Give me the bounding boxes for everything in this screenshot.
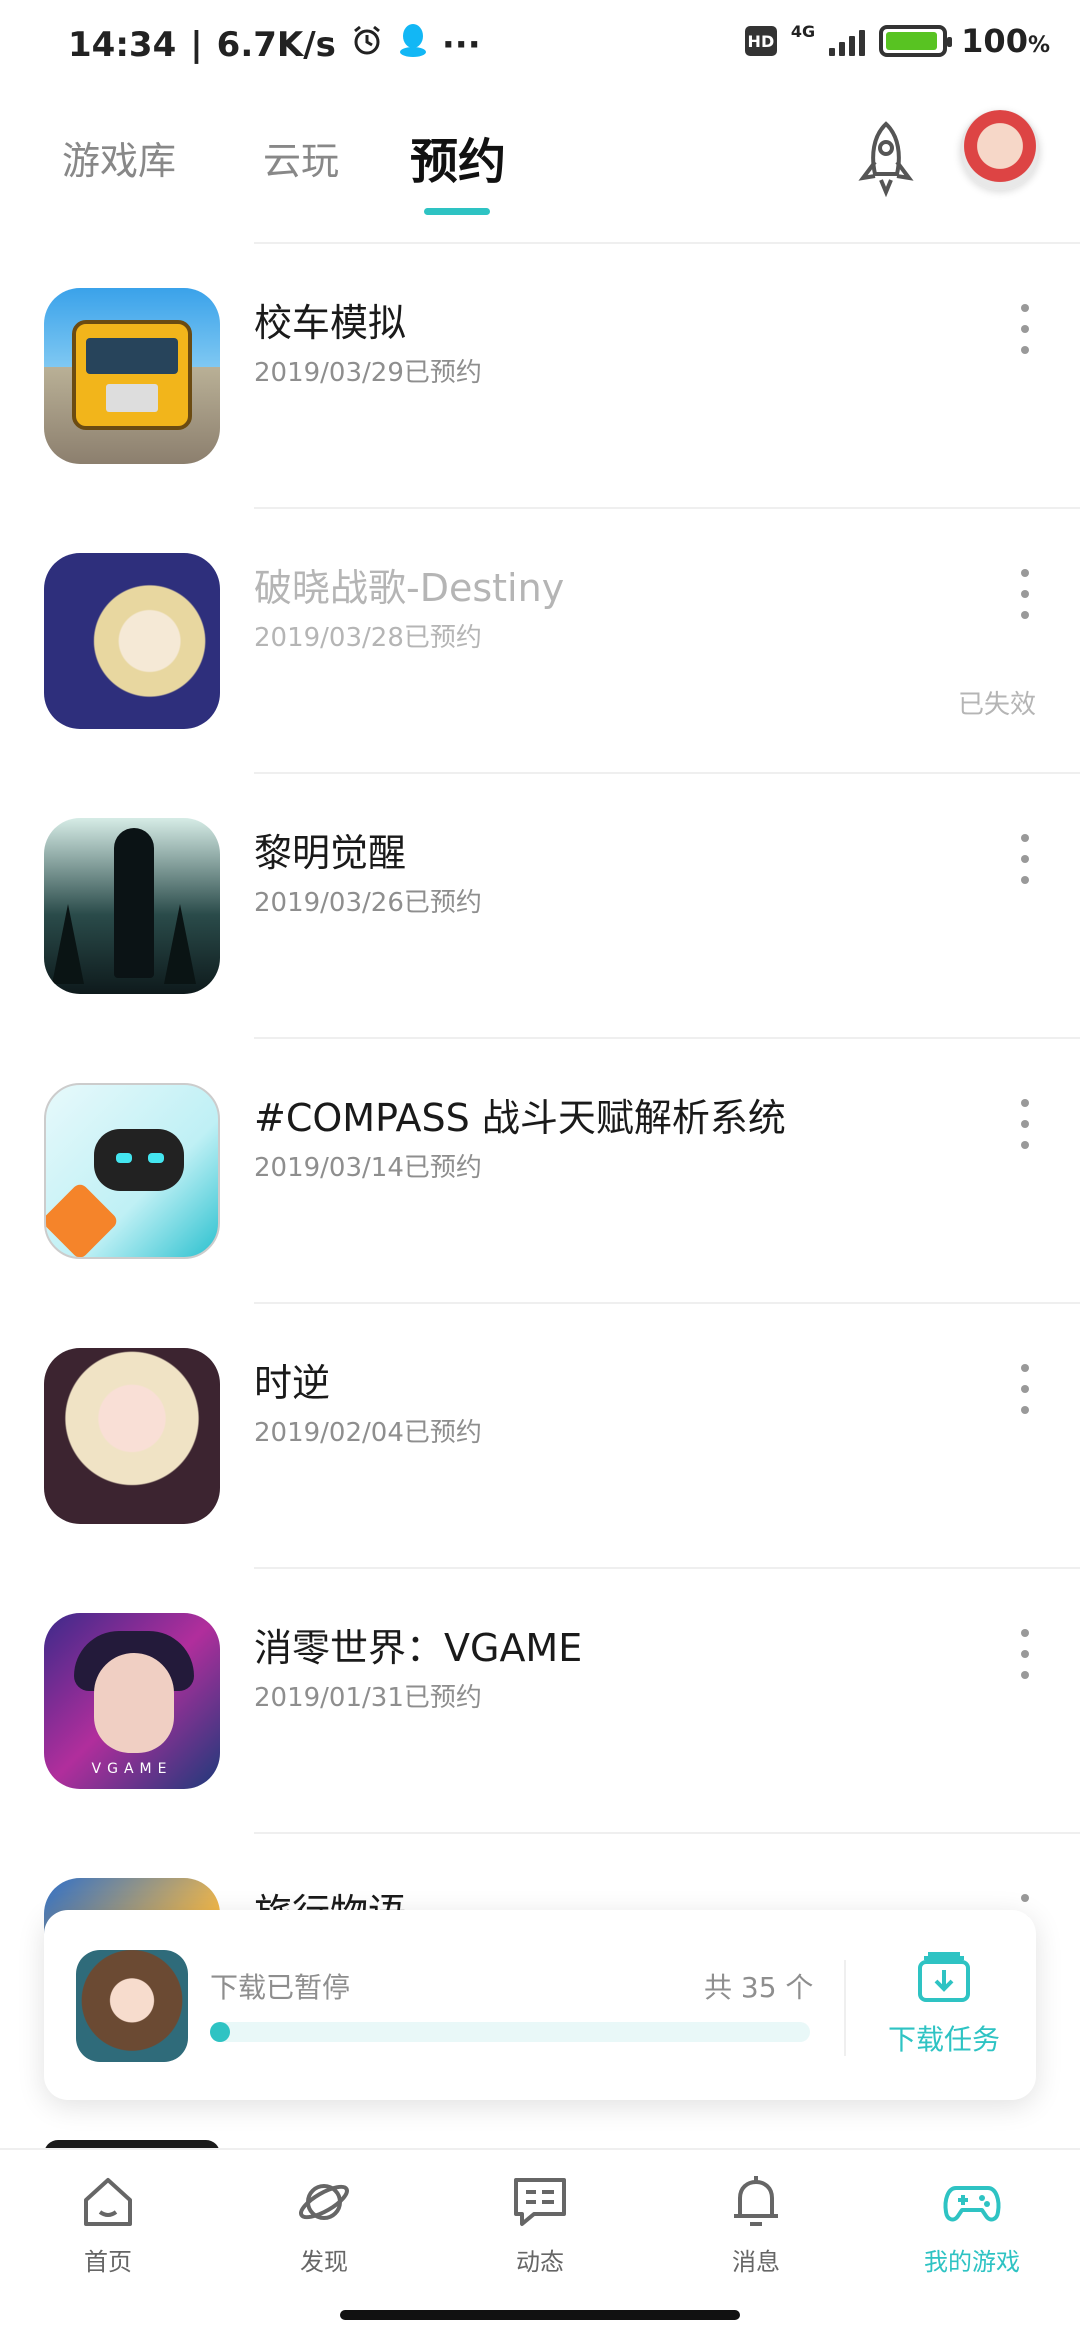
nav-discover[interactable]: 发现	[254, 2172, 394, 2277]
status-more: ···	[441, 24, 481, 65]
school-bus-game-icon	[44, 288, 220, 464]
signal-icon	[829, 26, 866, 56]
dawn-awakening-game-icon	[44, 818, 220, 994]
bottom-nav: 首页 发现 动态 消息 我的游戏	[0, 2148, 1080, 2298]
reservation-date: 2019/01/31已预约	[254, 1683, 482, 1713]
more-options-icon[interactable]	[1010, 1364, 1040, 1414]
reservation-date: 2019/03/14已预约	[254, 1153, 482, 1183]
destiny-game-icon	[44, 553, 220, 729]
download-progress-bar	[210, 2022, 810, 2042]
status-bar: 14:34 | 6.7K/s ··· HD 4G 100%	[0, 0, 1080, 96]
game-title: 消零世界：VGAME	[254, 1626, 583, 1670]
hd-icon: HD	[744, 26, 777, 56]
download-tasks-button[interactable]: 下载任务	[874, 1940, 1014, 2080]
nav-feed[interactable]: 动态	[470, 2172, 610, 2277]
list-item[interactable]: 时逆 2019/02/04已预约	[0, 1304, 1080, 1569]
list-item[interactable]: 黎明觉醒 2019/03/26已预约	[0, 774, 1080, 1039]
chat-icon	[510, 2172, 570, 2232]
active-tab-indicator	[424, 208, 490, 215]
nav-home[interactable]: 首页	[38, 2172, 178, 2277]
network-type-label: 4G	[790, 22, 816, 41]
reservation-date: 2019/03/29已预约	[254, 358, 482, 388]
tab-cloud-play[interactable]: 云玩	[263, 130, 339, 185]
tab-game-library[interactable]: 游戏库	[62, 130, 176, 185]
reservation-date: 2019/03/26已预约	[254, 888, 482, 918]
user-avatar[interactable]	[960, 110, 1040, 190]
nav-label: 动态	[516, 2248, 564, 2276]
download-tray-icon	[914, 1948, 974, 2004]
download-count: 共 35 个	[704, 1971, 814, 2004]
home-indicator	[340, 2310, 740, 2320]
download-status: 下载已暂停	[210, 1971, 351, 2004]
more-options-icon[interactable]	[1010, 1629, 1040, 1679]
vgame-game-icon: VGAME	[44, 1613, 220, 1789]
game-title: #COMPASS 战斗天赋解析系统	[254, 1096, 786, 1140]
battery-percent: 100%	[961, 22, 1050, 60]
vgame-icon-text: VGAME	[91, 1761, 173, 1777]
reservation-list: 校车模拟 2019/03/29已预约 破晓战歌-Destiny 2019/03/…	[0, 244, 1080, 2099]
status-network-speed: 6.7K/s	[216, 24, 336, 65]
more-options-icon[interactable]	[1010, 569, 1040, 619]
game-title: 时逆	[254, 1361, 331, 1405]
status-time: 14:34	[68, 24, 177, 65]
planet-icon	[294, 2172, 354, 2232]
nav-my-games[interactable]: 我的游戏	[902, 2172, 1042, 2277]
status-separator: |	[190, 24, 203, 65]
download-progress-fill	[210, 2022, 230, 2042]
more-options-icon[interactable]	[1010, 304, 1040, 354]
status-right: HD 4G 100%	[744, 22, 1050, 60]
list-item[interactable]: #COMPASS 战斗天赋解析系统 2019/03/14已预约	[0, 1039, 1080, 1304]
download-game-thumbnail	[76, 1950, 188, 2062]
reservation-date: 2019/03/28已预约	[254, 623, 482, 653]
game-title: 破晓战歌-Destiny	[254, 566, 565, 610]
nav-label: 消息	[732, 2248, 780, 2276]
gamepad-icon	[942, 2172, 1002, 2232]
download-tasks-label: 下载任务	[887, 2023, 1000, 2056]
more-options-icon[interactable]	[1010, 1099, 1040, 1149]
compass-game-icon	[44, 1083, 220, 1259]
bell-icon	[726, 2172, 786, 2232]
list-item[interactable]: 校车模拟 2019/03/29已预约	[0, 244, 1080, 509]
rocket-icon[interactable]	[853, 118, 919, 198]
tab-reservations[interactable]: 预约	[410, 122, 506, 192]
top-tab-bar: 游戏库 云玩 预约	[0, 100, 1080, 240]
nav-label: 发现	[300, 2248, 348, 2276]
list-item[interactable]: VGAME 消零世界：VGAME 2019/01/31已预约	[0, 1569, 1080, 1834]
reservation-date: 2019/02/04已预约	[254, 1418, 482, 1448]
expired-label: 已失效	[957, 690, 1036, 720]
game-title: 黎明觉醒	[254, 831, 407, 875]
qq-icon	[398, 22, 428, 67]
download-card-divider	[844, 1960, 846, 2056]
nav-messages[interactable]: 消息	[686, 2172, 826, 2277]
list-item[interactable]: 破晓战歌-Destiny 2019/03/28已预约 已失效	[0, 509, 1080, 774]
game-title: 校车模拟	[254, 301, 407, 345]
home-icon	[78, 2172, 138, 2232]
download-card[interactable]: 下载已暂停 共 35 个 下载任务	[44, 1910, 1036, 2100]
status-left: 14:34 | 6.7K/s ···	[68, 22, 481, 67]
alarm-icon	[350, 23, 384, 66]
shini-game-icon	[44, 1348, 220, 1524]
nav-label: 我的游戏	[924, 2248, 1020, 2276]
more-options-icon[interactable]	[1010, 834, 1040, 884]
nav-label: 首页	[84, 2248, 132, 2276]
battery-icon	[879, 25, 953, 57]
